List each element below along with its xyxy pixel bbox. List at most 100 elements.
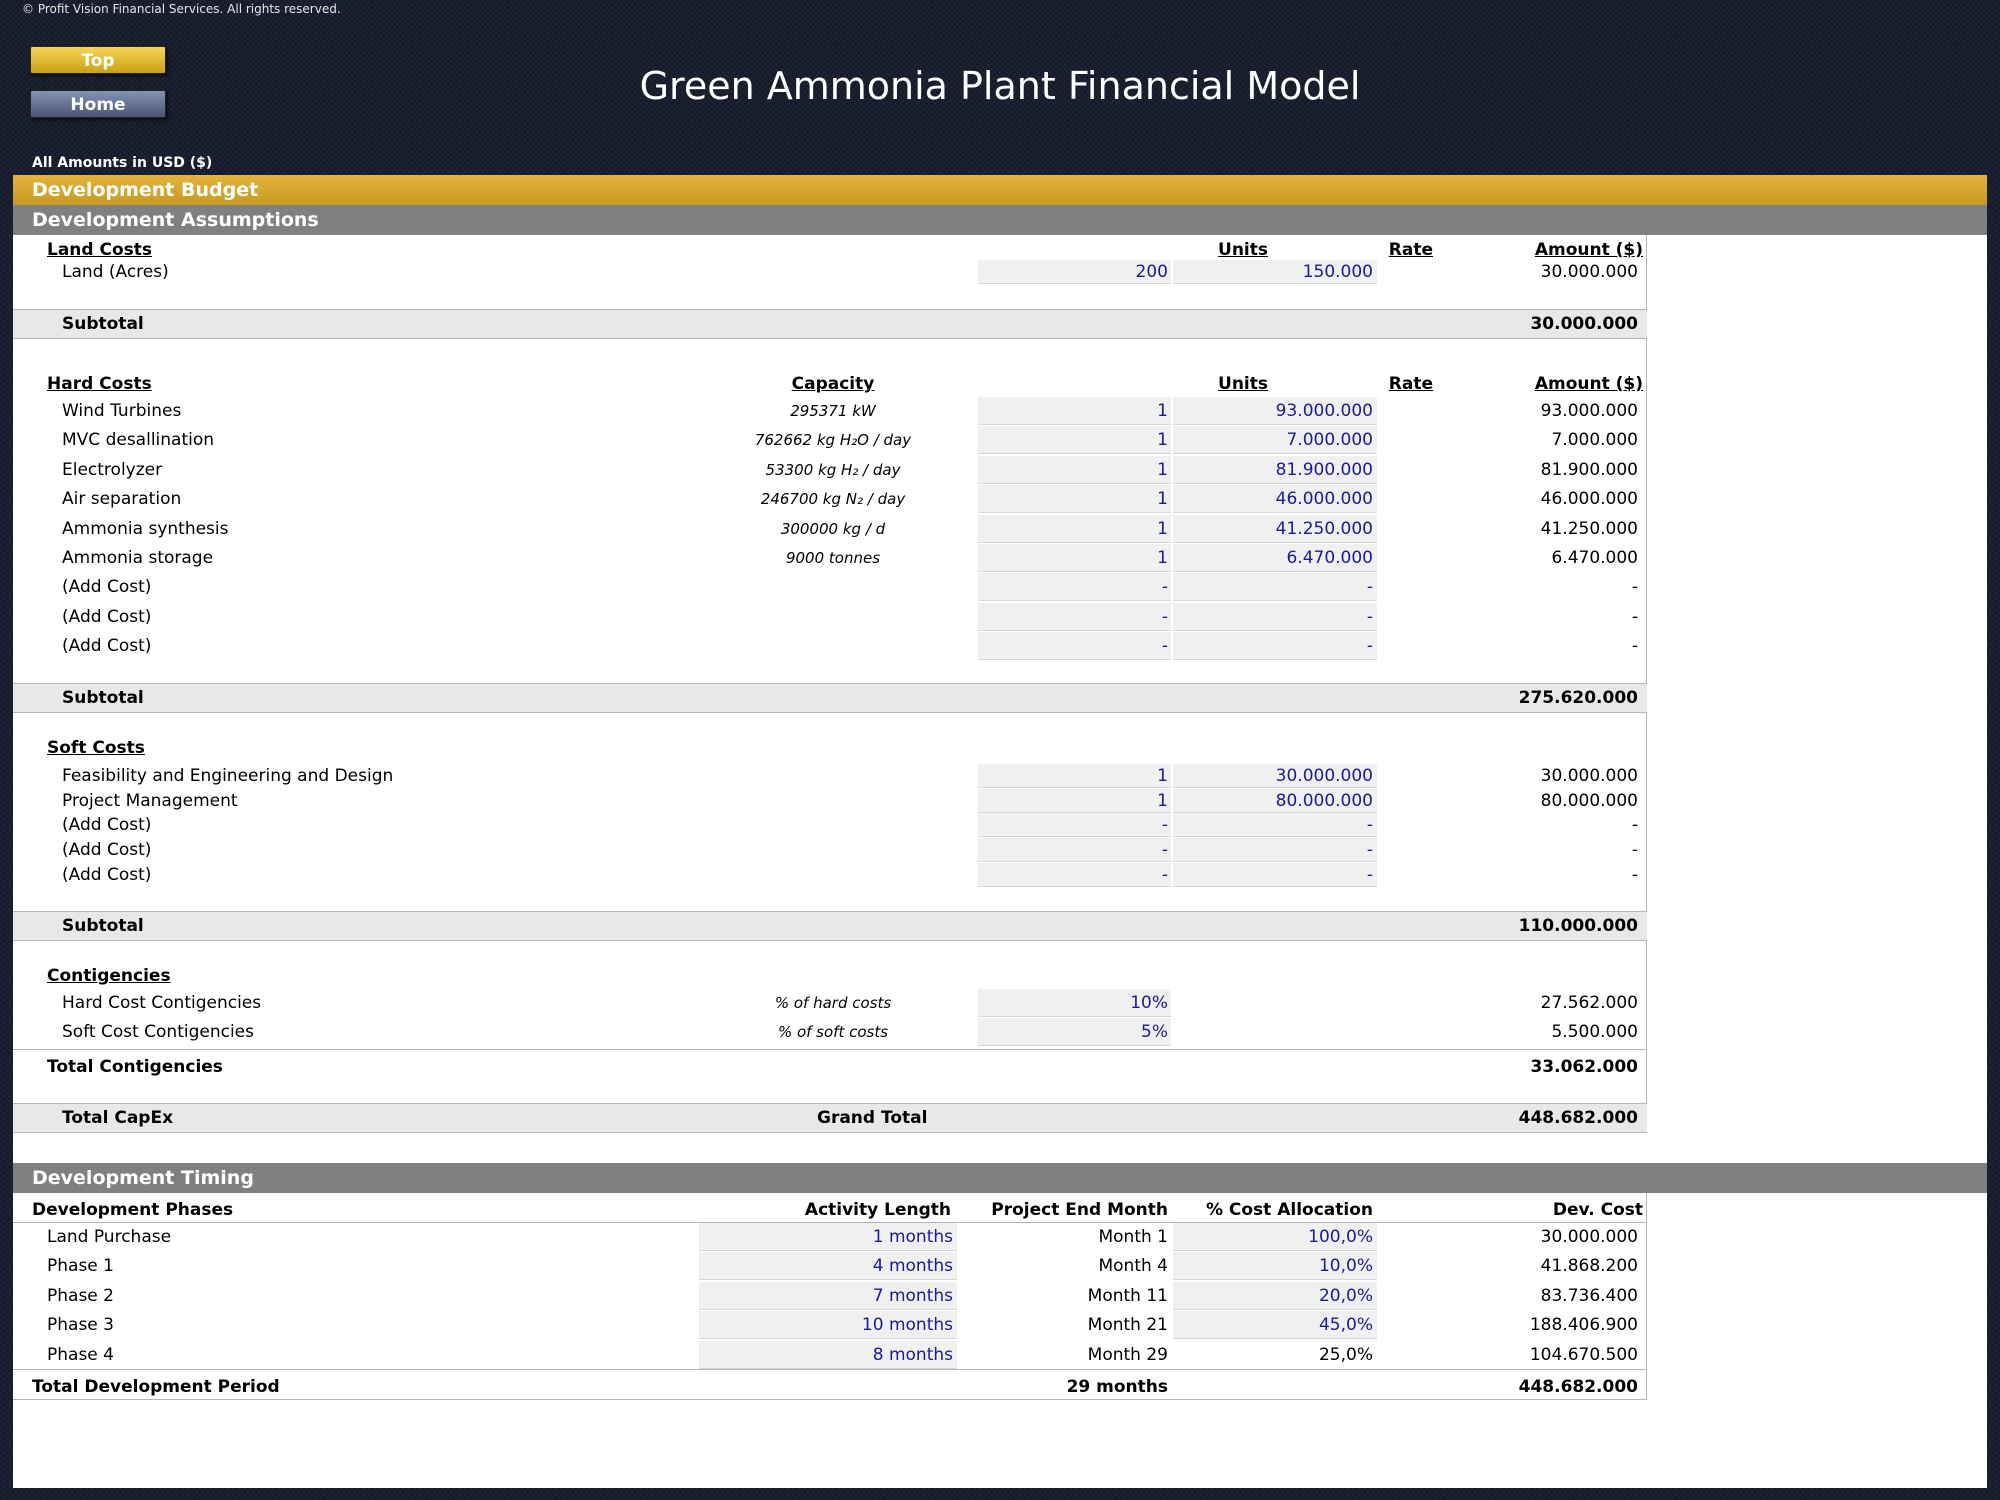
hard-cost-rate-input[interactable]: 93.000.000 [1173, 399, 1373, 423]
contingency-basis: % of hard costs [774, 994, 892, 1012]
hard-cost-amount: 81.900.000 [1540, 459, 1638, 480]
activity-length-input[interactable]: 10 months [699, 1313, 953, 1337]
contingency-pct-input[interactable]: 10% [978, 991, 1168, 1015]
hard-cost-units-input[interactable]: 1 [978, 517, 1168, 541]
project-end-month: Month 1 [1098, 1227, 1168, 1247]
cost-allocation-input[interactable]: 45,0% [1173, 1313, 1373, 1337]
hard-subtotal-label: Subtotal [62, 688, 144, 708]
dev-cost: 188.406.900 [1529, 1315, 1638, 1336]
hard-cost-amount: 46.000.000 [1540, 489, 1638, 510]
divider [13, 1369, 1647, 1370]
allocation-col-header: % Cost Allocation [1205, 1200, 1373, 1220]
soft-subtotal-label: Subtotal [62, 916, 144, 936]
hard-cost-label: (Add Cost) [62, 636, 152, 657]
project-end-month: Month 4 [1098, 1256, 1168, 1277]
hard-cost-rate-input[interactable]: 46.000.000 [1173, 487, 1373, 511]
soft-cost-units-input[interactable]: - [978, 838, 1168, 862]
land-rate-input[interactable]: 150.000 [1173, 260, 1373, 284]
activity-length-input[interactable]: 4 months [699, 1254, 953, 1278]
phase-label: Phase 3 [47, 1315, 114, 1336]
soft-cost-rate-input[interactable]: 80.000.000 [1173, 789, 1373, 813]
soft-cost-label: Feasibility and Engineering and Design [62, 766, 394, 786]
amount-col-header: Amount ($) [1534, 240, 1643, 260]
cost-allocation-input[interactable]: 10,0% [1173, 1254, 1373, 1278]
hard-cost-capacity: 300000 kg / d [780, 519, 886, 538]
hard-cost-amount: 7.000.000 [1551, 430, 1638, 451]
land-subtotal-label: Subtotal [62, 314, 144, 334]
phase-label: Phase 1 [47, 1256, 114, 1277]
phase-label: Phase 2 [47, 1285, 114, 1306]
dev-cost: 104.670.500 [1529, 1344, 1638, 1365]
land-amount: 30.000.000 [1540, 262, 1638, 282]
end-month-col-header: Project End Month [991, 1200, 1168, 1220]
soft-cost-rate-input[interactable]: - [1173, 813, 1373, 837]
hard-cost-capacity: 9000 tonnes [785, 549, 881, 567]
hard-cost-rate-input[interactable]: - [1173, 605, 1373, 629]
hard-cost-units-input[interactable]: 1 [978, 546, 1168, 570]
soft-subtotal-row [13, 911, 1647, 941]
project-end-month: Month 11 [1087, 1285, 1168, 1306]
hard-cost-label: (Add Cost) [62, 577, 152, 598]
hard-cost-units-input[interactable]: 1 [978, 487, 1168, 511]
hard-cost-capacity: 762662 kg H₂O / day [754, 431, 912, 450]
cost-allocation-input[interactable]: 20,0% [1173, 1284, 1373, 1308]
hard-cost-label: (Add Cost) [62, 606, 152, 627]
hard-cost-units-input[interactable]: 1 [978, 399, 1168, 423]
land-costs-heading: Land Costs [47, 240, 153, 260]
soft-cost-units-input[interactable]: 1 [978, 764, 1168, 788]
hard-cost-label: Electrolyzer [62, 459, 163, 480]
rate-col-header: Rate [1388, 374, 1433, 394]
hard-cost-amount: 41.250.000 [1540, 518, 1638, 539]
hard-cost-label: Ammonia synthesis [62, 518, 229, 539]
contingency-basis: % of soft costs [777, 1023, 889, 1042]
cost-allocation-input[interactable]: 100,0% [1173, 1225, 1373, 1249]
dev-cost: 41.868.200 [1540, 1256, 1638, 1277]
hard-cost-units-input[interactable]: - [978, 605, 1168, 629]
hard-cost-amount: 93.000.000 [1540, 401, 1638, 421]
dev-cost: 83.736.400 [1540, 1285, 1638, 1306]
activity-length-input[interactable]: 7 months [699, 1284, 953, 1308]
divider [13, 1399, 1647, 1400]
soft-cost-units-input[interactable]: 1 [978, 789, 1168, 813]
land-row-label: Land (Acres) [62, 262, 169, 282]
hard-cost-rate-input[interactable]: 7.000.000 [1173, 428, 1373, 452]
soft-cost-amount: - [1631, 840, 1638, 861]
contingency-pct-input[interactable]: 5% [978, 1020, 1168, 1044]
soft-cost-label: (Add Cost) [62, 864, 152, 885]
soft-cost-units-input[interactable]: - [978, 813, 1168, 837]
phase-label: Phase 4 [47, 1344, 114, 1365]
dev-cost-col-header: Dev. Cost [1552, 1200, 1643, 1220]
hard-cost-label: MVC desallination [62, 430, 215, 451]
land-subtotal-row [13, 309, 1647, 339]
capacity-col-header: Capacity [791, 374, 875, 394]
hard-cost-units-input[interactable]: - [978, 575, 1168, 599]
hard-cost-capacity [713, 575, 953, 599]
hard-cost-rate-input[interactable]: - [1173, 575, 1373, 599]
hard-cost-rate-input[interactable]: 41.250.000 [1173, 517, 1373, 541]
hard-cost-units-input[interactable]: 1 [978, 458, 1168, 482]
soft-cost-rate-input[interactable]: 30.000.000 [1173, 764, 1373, 788]
hard-cost-rate-input[interactable]: 6.470.000 [1173, 546, 1373, 570]
amount-col-header: Amount ($) [1534, 374, 1643, 394]
hard-cost-amount: - [1631, 577, 1638, 598]
grand-total-label: Grand Total [817, 1108, 928, 1128]
hard-cost-capacity: 295371 kW [790, 402, 876, 420]
hard-cost-units-input[interactable]: - [978, 634, 1168, 658]
hard-cost-rate-input[interactable]: 81.900.000 [1173, 458, 1373, 482]
hard-cost-capacity: 53300 kg H₂ / day [765, 460, 901, 479]
activity-length-input[interactable]: 1 months [699, 1225, 953, 1249]
land-units-input[interactable]: 200 [978, 260, 1168, 284]
soft-cost-amount: - [1631, 815, 1638, 836]
hard-cost-units-input[interactable]: 1 [978, 428, 1168, 452]
hard-cost-amount: 6.470.000 [1551, 548, 1638, 568]
soft-cost-rate-input[interactable]: - [1173, 838, 1373, 862]
soft-cost-label: Project Management [62, 790, 238, 811]
hard-cost-rate-input[interactable]: - [1173, 634, 1373, 658]
units-col-header: Units [1218, 374, 1268, 394]
currency-note: All Amounts in USD ($) [32, 155, 213, 171]
total-dev-cost: 448.682.000 [1518, 1377, 1638, 1397]
activity-length-input[interactable]: 8 months [699, 1343, 953, 1367]
soft-cost-units-input[interactable]: - [978, 863, 1168, 887]
soft-cost-rate-input[interactable]: - [1173, 863, 1373, 887]
contingencies-heading: Contigencies [47, 966, 171, 986]
